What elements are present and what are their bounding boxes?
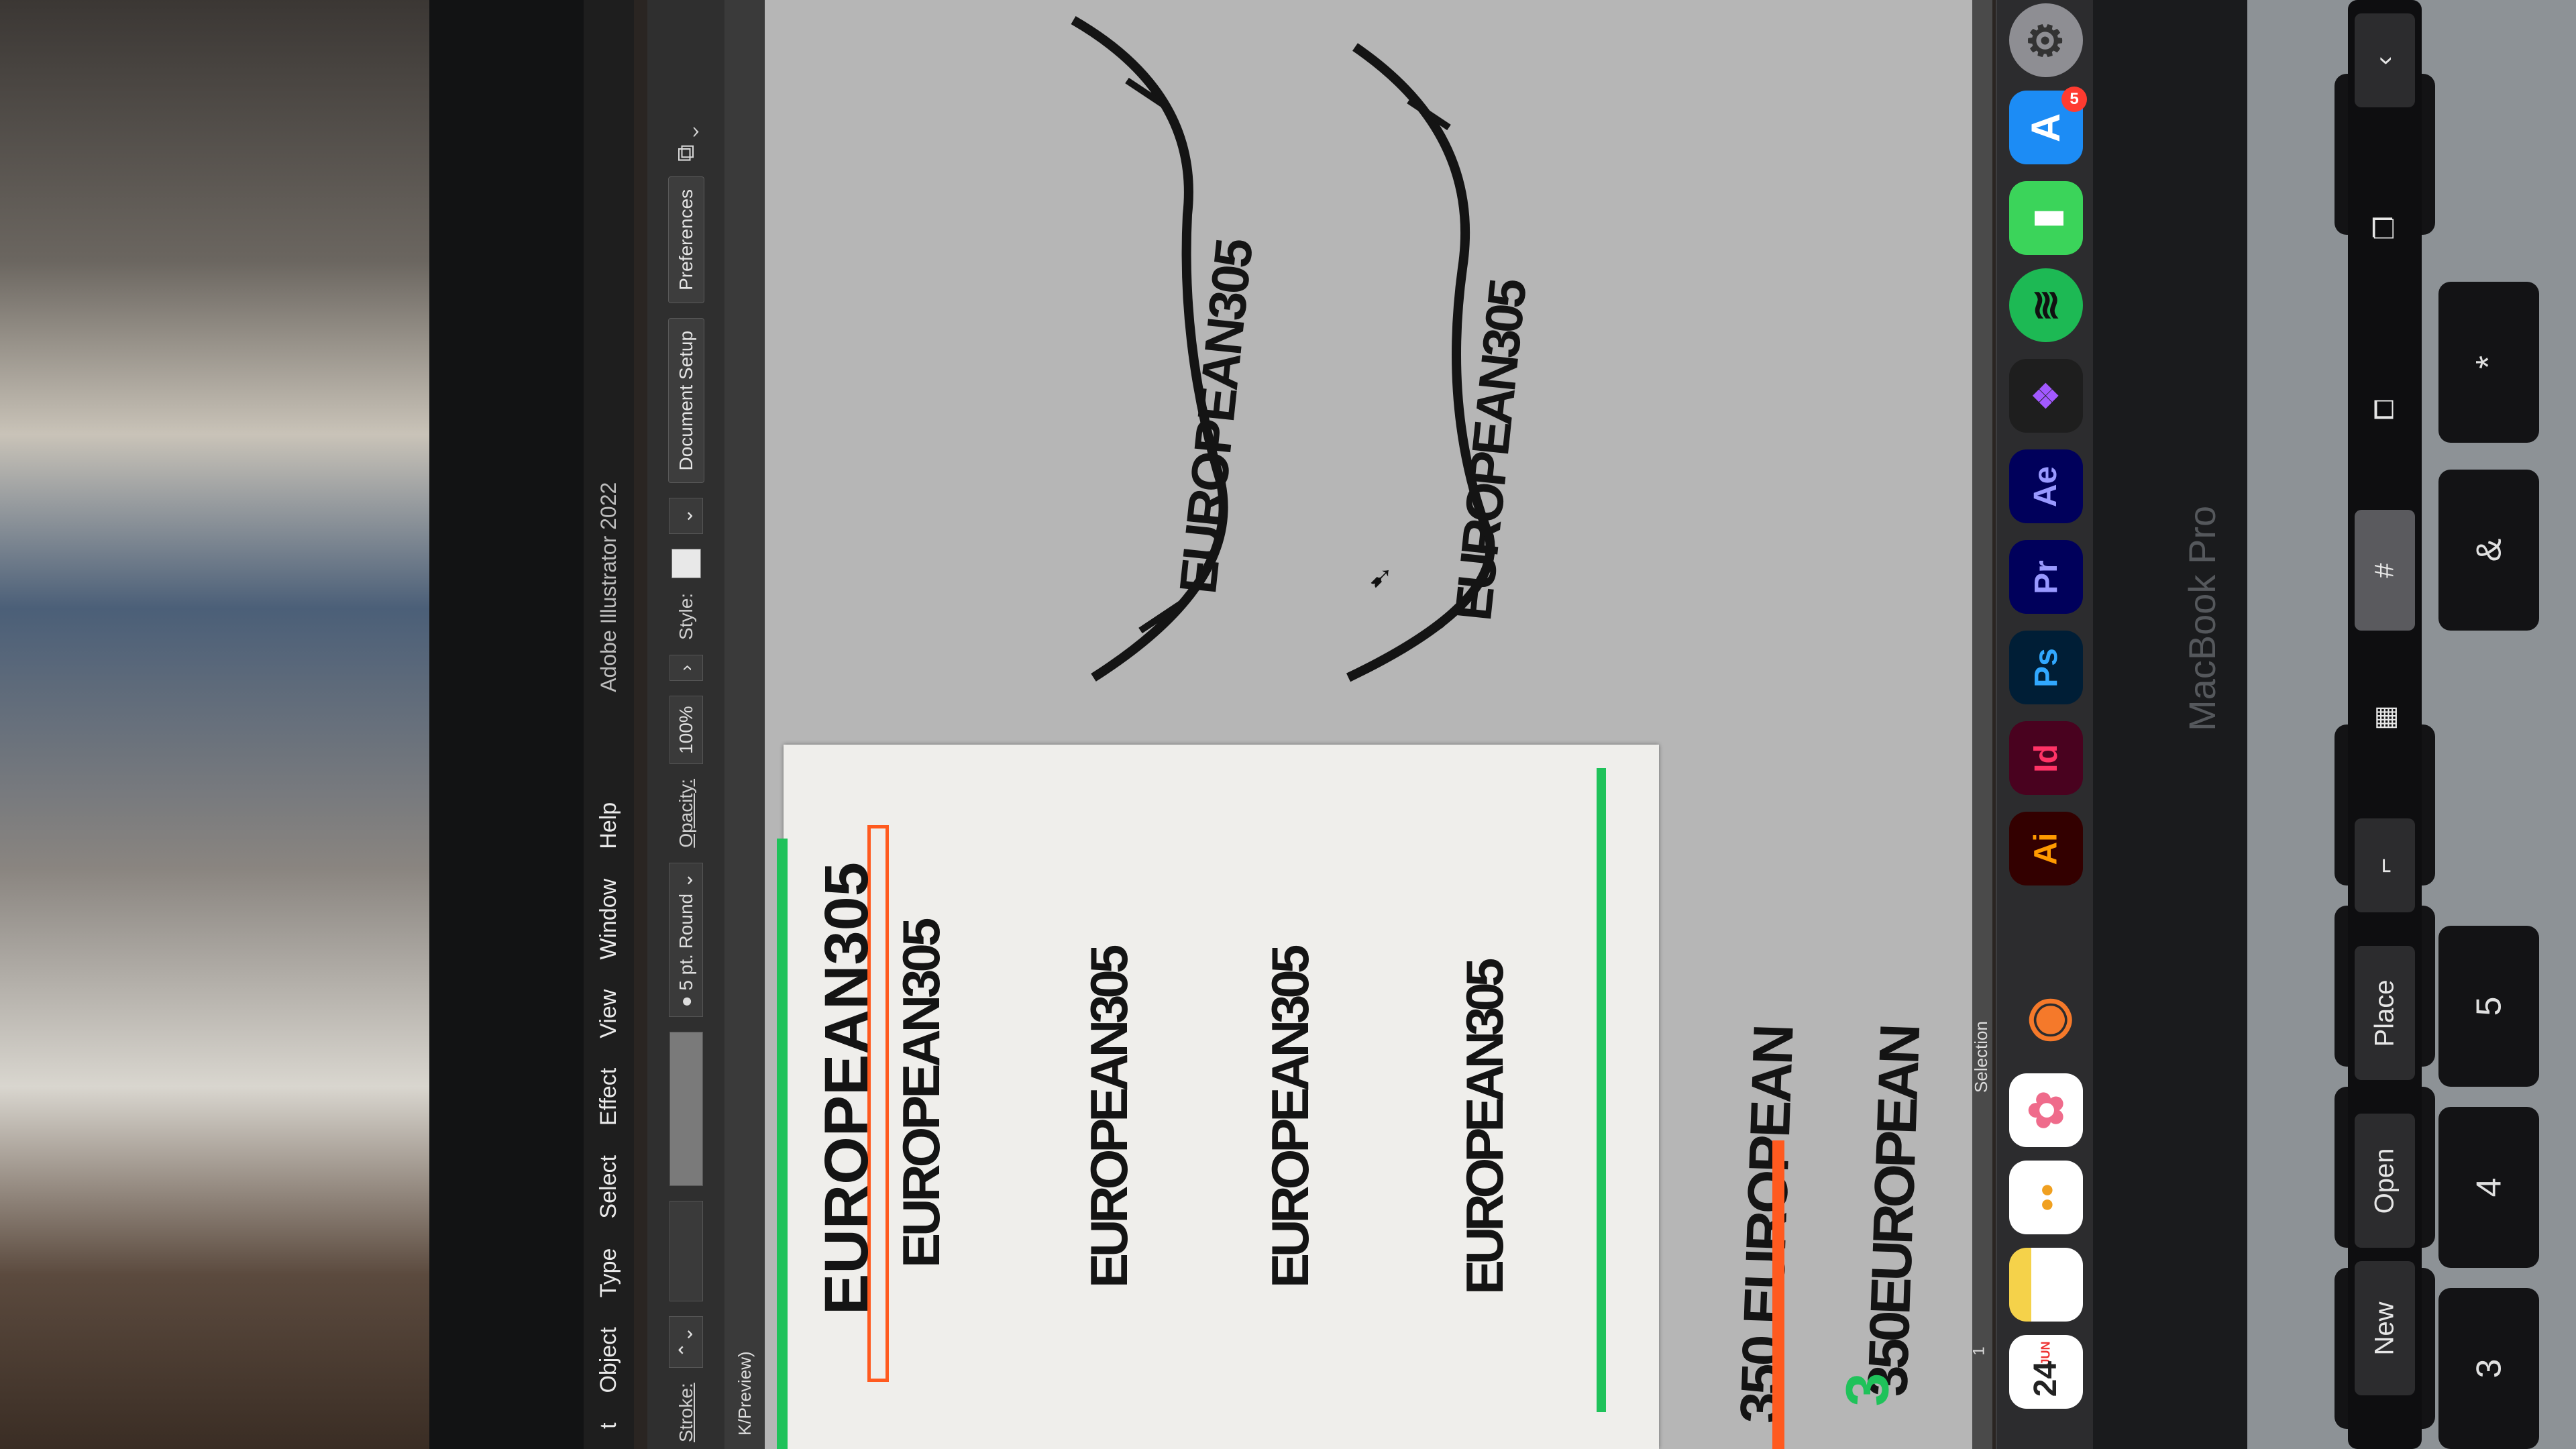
menu-window[interactable]: Window: [596, 879, 622, 960]
dock-reminders[interactable]: ●●: [2009, 1161, 2083, 1234]
key-3[interactable]: 3: [2438, 1288, 2539, 1449]
touch-bar: New Open Place ⌐ ▦ # ⧠ ❐ ‹: [2348, 0, 2422, 1449]
menu-bar: t Object Type Select Effect View Window …: [584, 0, 634, 1449]
dock-notes[interactable]: [2009, 1248, 2083, 1322]
guide-orange-bottom: [1772, 1140, 1784, 1449]
artboard-logo-4[interactable]: EUROPEAN305: [1454, 963, 1515, 1295]
menu-view[interactable]: View: [596, 989, 622, 1038]
photos-icon: ✿: [2020, 1090, 2072, 1130]
dock-indesign[interactable]: Id: [2009, 721, 2083, 795]
artboard-heading[interactable]: EUROPEAN305: [812, 862, 882, 1315]
control-bar: Stroke: ⌃⌄ ● 5 pt. Round ⌄ Opacity: 100%…: [647, 0, 724, 1449]
calendar-day: 24: [2028, 1360, 2064, 1397]
touchbar-crop-icon[interactable]: ⌐: [2355, 818, 2415, 912]
touchbar-hash-icon[interactable]: #: [2355, 510, 2415, 631]
dock-spotify[interactable]: ≋: [2009, 268, 2083, 342]
touchbar-arrange-icon[interactable]: ❐: [2355, 168, 2415, 288]
dock-photos[interactable]: ✿: [2009, 1073, 2083, 1147]
macbook-label: MacBook Pro: [2181, 505, 2223, 731]
dock-app-store[interactable]: A 5: [2009, 87, 2087, 164]
document-tab-strip: K/Preview): [724, 0, 765, 1449]
dock-blender[interactable]: ◉: [2009, 983, 2083, 1057]
dock-system-preferences[interactable]: ⚙: [2009, 3, 2083, 77]
touchbar-new-button[interactable]: New: [2355, 1261, 2415, 1395]
zoom-level[interactable]: 1: [1970, 1346, 1989, 1355]
dock-premiere[interactable]: Pr: [2009, 540, 2083, 614]
document-tab[interactable]: K/Preview): [724, 1087, 765, 1449]
key-7[interactable]: &: [2438, 470, 2539, 631]
dock-illustrator[interactable]: Ai: [2009, 812, 2083, 885]
artboard-logo-1[interactable]: EUROPEAN305: [891, 921, 952, 1268]
opacity-field[interactable]: 100%: [669, 696, 703, 764]
app-title: Adobe Illustrator 2022: [596, 482, 621, 692]
menu-object[interactable]: Object: [596, 1327, 622, 1393]
dock-facetime[interactable]: ▮: [2009, 181, 2083, 255]
dock: JUN 24 ●● ✿ ◉ Ai Id Ps Pr Ae ❖ ≋ ▮ A 5 ⚙: [1996, 0, 2094, 1449]
menu-edit-partial[interactable]: t: [596, 1423, 622, 1429]
touchbar-grid-icon[interactable]: ▦: [2355, 671, 2415, 765]
tribal-flourish-graphic: [1071, 15, 1495, 682]
dock-photoshop[interactable]: Ps: [2009, 631, 2083, 704]
status-bar: 1 Selection: [1970, 0, 1992, 1449]
arrange-documents-icon[interactable]: ⧉ ⌄: [672, 126, 700, 162]
dock-after-effects[interactable]: Ae: [2009, 449, 2083, 523]
opacity-chevron-icon[interactable]: ›: [669, 654, 703, 682]
dock-calendar[interactable]: JUN 24: [2009, 1335, 2083, 1409]
style-chevron-down-icon[interactable]: ⌄: [669, 498, 703, 534]
key-8[interactable]: *: [2438, 282, 2539, 443]
green-glyph: 3: [1834, 1373, 1902, 1407]
graphic-style-swatch[interactable]: [671, 548, 701, 578]
style-label: Style:: [675, 592, 696, 640]
guide-green-right: [1597, 768, 1606, 1412]
app-store-icon: A: [2023, 113, 2069, 142]
pasteboard-logo-1[interactable]: 350 EUROPEAN: [1727, 1026, 1807, 1425]
brush-value: 5 pt. Round: [676, 893, 696, 991]
app-store-badge: 5: [2061, 87, 2087, 112]
touchbar-place-button[interactable]: Place: [2355, 946, 2415, 1080]
artboard-logo-2[interactable]: EUROPEAN305: [1079, 949, 1140, 1288]
facetime-icon: ▮: [2026, 208, 2067, 228]
menu-type[interactable]: Type: [596, 1248, 622, 1298]
current-tool: Selection: [1970, 1021, 1991, 1093]
key-4[interactable]: 4: [2438, 1107, 2539, 1268]
document-setup-button[interactable]: Document Setup: [667, 317, 704, 484]
touchbar-open-button[interactable]: Open: [2355, 1114, 2415, 1248]
screen-bezel: [429, 0, 974, 1449]
menu-help[interactable]: Help: [596, 802, 622, 849]
stroke-weight-field[interactable]: [669, 1201, 703, 1302]
touchbar-close-chevron-icon[interactable]: ‹: [2355, 13, 2415, 107]
selection-cursor-icon: ➹: [1368, 561, 1393, 594]
guide-green-left: [777, 839, 788, 1449]
preferences-button[interactable]: Preferences: [667, 176, 704, 303]
figma-icon: ❖: [2027, 380, 2065, 411]
spotify-icon: ≋: [2023, 288, 2068, 323]
artboard[interactable]: EUROPEAN305 EUROPEAN305 EUROPEAN305 EURO…: [777, 745, 1659, 1449]
room-background: [0, 0, 429, 1449]
artboard-logo-3[interactable]: EUROPEAN305: [1260, 949, 1321, 1288]
menu-effect[interactable]: Effect: [596, 1068, 622, 1126]
variable-width-profile[interactable]: [669, 1032, 703, 1187]
key-5[interactable]: 5: [2438, 926, 2539, 1087]
stroke-label: Stroke:: [675, 1383, 696, 1442]
dock-figma[interactable]: ❖: [2009, 359, 2083, 433]
stroke-weight-stepper[interactable]: ⌃⌄: [669, 1316, 703, 1368]
blender-icon: ◉: [2016, 996, 2076, 1043]
pasteboard-logo-2[interactable]: 350EUROPEAN: [1855, 1026, 1933, 1397]
brush-definition-select[interactable]: ● 5 pt. Round ⌄: [669, 862, 703, 1018]
laptop-frame: [2093, 0, 2247, 1449]
menu-select[interactable]: Select: [596, 1155, 622, 1219]
gear-icon: ⚙: [2021, 20, 2071, 60]
touchbar-artboard-icon[interactable]: ⧠: [2355, 349, 2415, 470]
opacity-label[interactable]: Opacity:: [676, 779, 697, 848]
